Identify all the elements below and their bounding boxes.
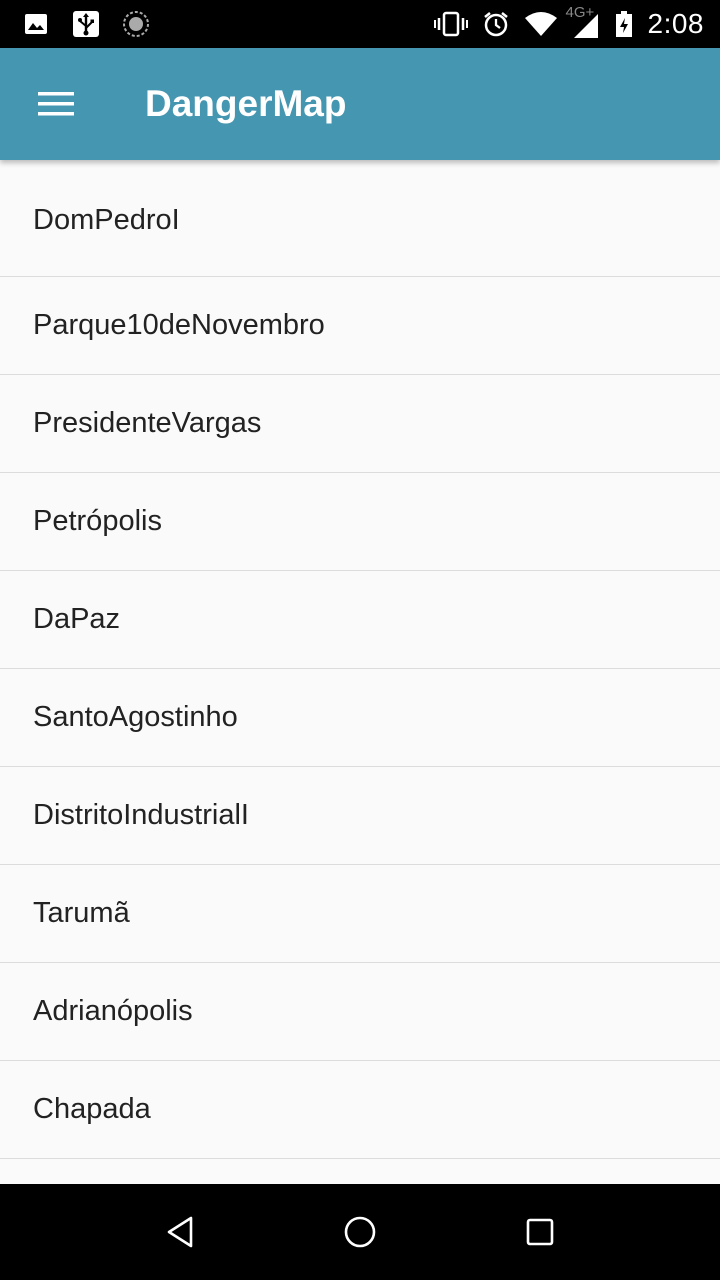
list-item[interactable]: Parque10deNovembro [0,277,720,375]
recents-button[interactable] [516,1208,564,1256]
list-item-label: Petrópolis [33,505,162,537]
list-item-label: PresidenteVargas [33,407,262,439]
network-type: 4G+ [565,4,595,21]
sync-icon [123,11,149,37]
list-item[interactable]: Petrópolis [0,473,720,571]
list-item-label: Parque10deNovembro [33,309,325,341]
hamburger-menu-icon [38,92,74,116]
list-item[interactable]: Tarumã [0,865,720,963]
vibrate-icon [433,11,468,37]
signal-indicator: 4G+ [566,4,600,40]
status-bar: 4G+ 2:08 [0,0,720,48]
wifi-icon [524,12,557,36]
recents-icon [526,1218,554,1246]
status-time: 2:08 [647,8,704,39]
list-item[interactable]: SantoAgostinho [0,669,720,767]
app-title: DangerMap [145,83,347,124]
app-bar: DangerMap [0,48,720,160]
list-item-label: SantoAgostinho [33,701,238,733]
list-item[interactable]: Adrianópolis [0,963,720,1061]
list-item-label: Tarumã [33,897,130,929]
list-item[interactable]: DistritoIndustrialI [0,767,720,865]
navigation-bar [0,1184,720,1280]
list-item-label: Adrianópolis [33,995,193,1027]
list-item-label: DomPedroI [33,203,180,236]
list-item[interactable]: PresidenteVargas [0,375,720,473]
home-icon [344,1216,376,1248]
image-icon [25,14,47,34]
neighborhood-list[interactable]: DomPedroI Parque10deNovembro PresidenteV… [0,160,720,1184]
back-button[interactable] [156,1208,204,1256]
battery-icon [615,11,632,37]
list-item[interactable]: Chapada [0,1061,720,1159]
list-item-label: Chapada [33,1093,151,1125]
list-item-label: DistritoIndustrialI [33,799,249,831]
alarm-icon [483,12,508,37]
usb-icon [73,11,99,37]
menu-button[interactable] [28,76,84,132]
list-item[interactable]: DomPedroI [0,160,720,277]
home-button[interactable] [336,1208,384,1256]
back-icon [167,1216,193,1248]
list-item[interactable]: DaPaz [0,571,720,669]
list-item-label: DaPaz [33,603,121,635]
